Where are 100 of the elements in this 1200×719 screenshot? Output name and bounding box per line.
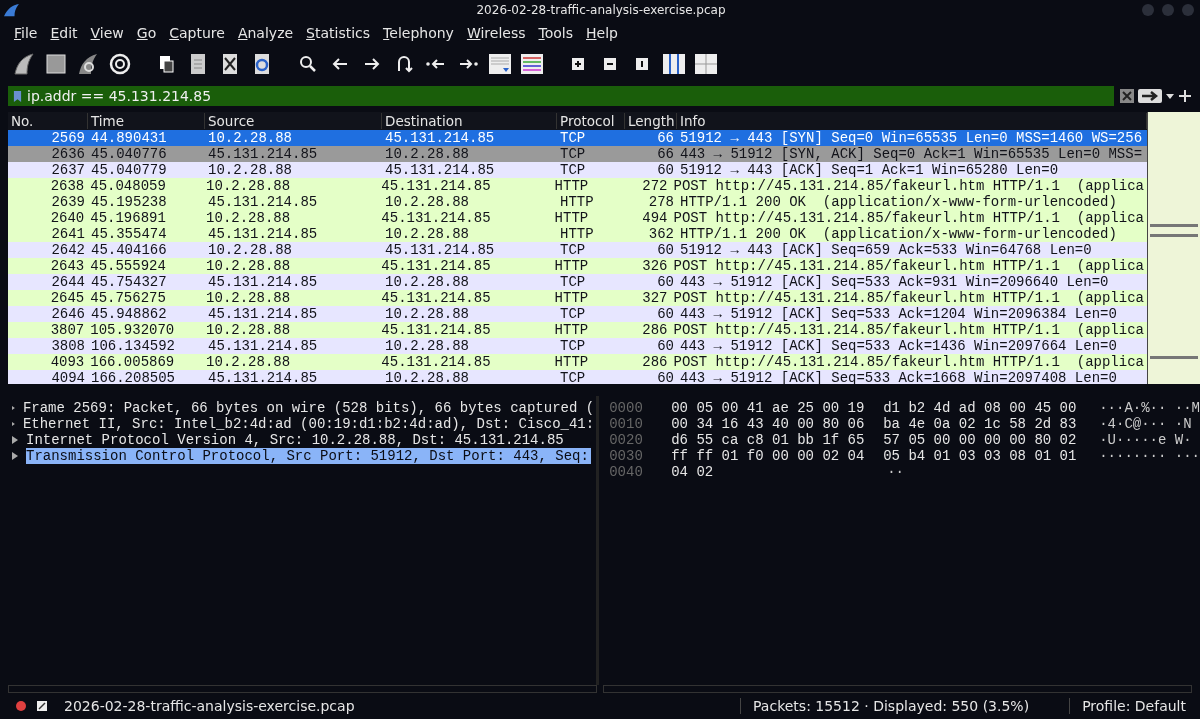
menu-item[interactable]: Tools	[538, 25, 573, 41]
column-header[interactable]: Source	[205, 113, 382, 129]
table-cell-text: 2644	[50, 274, 86, 290]
status-packets: Packets: 15512 · Displayed: 550 (3.5%)	[740, 698, 1030, 714]
table-cell-text: 10.2.28.88	[205, 290, 292, 306]
packet-row[interactable]: 2639 45.195238 45.131.214.85 10.2.28.88 HTTP 278 HTTP/1.1 200 OK (application/x-www-form-urlencoded)	[8, 194, 1147, 210]
table-cell-text: 2643	[49, 258, 86, 274]
table-cell-text: HTTP/1.1 200 OK (application/x-www-form-urlencoded)	[679, 226, 1118, 242]
table-cell-text: 45.131.214.85	[207, 146, 319, 162]
table-cell-text: 10.2.28.88	[384, 370, 470, 384]
table-cell-text: 10.2.28.88	[207, 130, 293, 146]
menu-item[interactable]: Telephony	[383, 25, 454, 41]
packet-row[interactable]: 2644 45.754327 45.131.214.85 10.2.28.88 TCP 60 443 → 51912 [ACK] Seq=533 Ack=931 Win=2096640 Len=0	[8, 274, 1147, 290]
menu-item[interactable]: File	[14, 25, 38, 41]
packet-row[interactable]: 4093 166.005869 10.2.28.88 45.131.214.85 HTTP 286 POST http://45.131.214.85/fakeurl.htm HTTP/1.1 (applica	[8, 354, 1147, 370]
table-cell-text: POST http://45.131.214.85/fakeurl.htm HTTP/1.1 (applica	[672, 322, 1145, 338]
menu-item[interactable]: Edit	[50, 25, 78, 41]
table-cell-text: 10.2.28.88	[205, 354, 292, 370]
autoscroll-icon[interactable]	[488, 52, 512, 76]
table-cell-text: 45.131.214.85	[207, 370, 319, 384]
table-cell-text: 2640	[49, 210, 86, 226]
column-header[interactable]: Length	[625, 113, 677, 129]
clear-icon[interactable]	[1120, 89, 1134, 103]
table-cell-text: HTTP/1.1 200 OK (application/x-www-form-urlencoded)	[679, 194, 1118, 210]
layout-icon[interactable]	[694, 52, 718, 76]
packet-row[interactable]: 4094 166.208505 45.131.214.85 10.2.28.88 TCP 60 443 → 51912 [ACK] Seq=533 Ack=1668 Win=2097408 Len=0	[8, 370, 1147, 384]
byte-offset: 0020	[609, 432, 644, 448]
packet-row[interactable]: 3807 105.932070 10.2.28.88 45.131.214.85 HTTP 286 POST http://45.131.214.85/fakeurl.htm HTTP/1.1 (applica	[8, 322, 1147, 338]
tree-item[interactable]: Transmission Control Protocol, Src Port: 51912, Dst Port: 443, Seq:	[26, 448, 591, 464]
horizontal-scrollbar[interactable]	[603, 685, 1192, 693]
table-cell-text: 2638	[49, 178, 86, 194]
packet-row[interactable]: 2643 45.555924 10.2.28.88 45.131.214.85 HTTP 326 POST http://45.131.214.85/fakeurl.htm HTTP/1.1 (applica	[8, 258, 1147, 274]
table-cell-text: 45.355474	[90, 226, 168, 242]
status-file: 2026-02-28-traffic-analysis-exercise.pcap	[64, 698, 355, 714]
table-cell-text: HTTP	[553, 258, 590, 274]
table-cell-text: 10.2.28.88	[384, 226, 470, 242]
table-cell-text: 10.2.28.88	[384, 306, 470, 322]
table-cell-text: 45.196891	[89, 210, 167, 226]
note-icon[interactable]	[36, 700, 48, 712]
options-icon[interactable]	[108, 52, 132, 76]
menu-item[interactable]: Help	[586, 25, 618, 41]
table-cell-text: POST http://45.131.214.85/fakeurl.htm HTTP/1.1 (applica	[672, 178, 1145, 194]
table-cell-text: 4094	[50, 370, 86, 384]
table-cell-text: 443 → 51912 [ACK] Seq=533 Ack=1668 Win=2097408 Len=0	[679, 370, 1118, 384]
table-cell-text: 2639	[50, 194, 86, 210]
table-cell-text: 272	[641, 178, 669, 194]
stop-icon[interactable]	[44, 52, 68, 76]
table-cell-text: 60	[656, 306, 675, 322]
table-cell-text: 45.131.214.85	[207, 274, 319, 290]
tree-item[interactable]: Ethernet II, Src: Intel_b2:4d:ad (00:19:d1:b2:4d:ad), Dst: Cisco_41:	[22, 416, 597, 432]
display-filter-field[interactable]: ip.addr == 45.131.214.85	[8, 86, 1200, 106]
tree-item[interactable]: Internet Protocol Version 4, Src: 10.2.28.88, Dst: 45.131.214.85	[26, 432, 566, 448]
packet-row[interactable]: 2641 45.355474 45.131.214.85 10.2.28.88 HTTP 362 HTTP/1.1 200 OK (application/x-www-form-urlencoded)	[8, 226, 1147, 242]
table-cell-text: 10.2.28.88	[384, 274, 470, 290]
status-profile[interactable]: Profile: Default	[1069, 698, 1186, 714]
tree-item[interactable]: Frame 2569: Packet, 66 bytes on wire (528 bits), 66 bytes captured (	[22, 400, 597, 416]
horizontal-scrollbar[interactable]	[8, 685, 597, 693]
column-header[interactable]: Destination	[382, 113, 557, 129]
table-cell-text: POST http://45.131.214.85/fakeurl.htm HTTP/1.1 (applica	[672, 258, 1145, 274]
table-cell-text: 44.890431	[90, 130, 168, 146]
menu-item[interactable]: Capture	[169, 25, 225, 41]
hex-bytes: 00 05 00 41 ae 25 00 19	[671, 400, 866, 416]
table-cell-text: 10.2.28.88	[205, 178, 292, 194]
table-cell-text: 10.2.28.88	[207, 242, 293, 258]
packet-row[interactable]: 2637 45.040779 10.2.28.88 45.131.214.85 TCP 60 51912 → 443 [ACK] Seq=1 Ack=1 Win=65280 Len=0	[8, 162, 1147, 178]
capture-status-icon[interactable]	[16, 701, 26, 711]
colorize-icon[interactable]	[520, 52, 544, 76]
plus-icon[interactable]	[1178, 89, 1192, 103]
scrollbar[interactable]	[1147, 112, 1200, 384]
menu-item[interactable]: Go	[136, 25, 157, 41]
packet-row[interactable]: 3808 106.134592 45.131.214.85 10.2.28.88 TCP 60 443 → 51912 [ACK] Seq=533 Ack=1436 Win=2097664 Len=0	[8, 338, 1147, 354]
table-cell-text: 327	[641, 290, 669, 306]
menu-item[interactable]: View	[90, 25, 124, 41]
packet-row[interactable]: 2646 45.948862 45.131.214.85 10.2.28.88 TCP 60 443 → 51912 [ACK] Seq=533 Ack=1204 Win=2096384 Len=0	[8, 306, 1147, 322]
packet-row[interactable]: 2640 45.196891 10.2.28.88 45.131.214.85 HTTP 494 POST http://45.131.214.85/fakeurl.htm HTTP/1.1 (applica	[8, 210, 1147, 226]
fin-icon[interactable]	[12, 52, 36, 76]
column-header[interactable]: No.	[8, 113, 88, 129]
restart-icon[interactable]	[76, 52, 100, 76]
packet-row[interactable]: 2645 45.756275 10.2.28.88 45.131.214.85 HTTP 327 POST http://45.131.214.85/fakeurl.htm HTTP/1.1 (applica	[8, 290, 1147, 306]
table-cell-text: 10.2.28.88	[207, 162, 293, 178]
table-cell-text: TCP	[559, 370, 587, 384]
table-cell-text: 45.131.214.85	[207, 194, 319, 210]
table-cell-text: 2569	[50, 130, 86, 146]
packet-row[interactable]: 2642 45.404166 10.2.28.88 45.131.214.85 TCP 60 51912 → 443 [ACK] Seq=659 Ack=533 Win=64768 Len=0	[8, 242, 1147, 258]
table-cell-text: 362	[647, 226, 675, 242]
table-cell-text: 60	[656, 370, 675, 384]
table-cell-text: 166.208505	[90, 370, 176, 384]
menu-item[interactable]: Wireless	[466, 25, 526, 41]
resize-columns-icon[interactable]	[662, 52, 686, 76]
menu-item[interactable]: Statistics	[306, 25, 371, 41]
packet-row[interactable]: 2638 45.048059 10.2.28.88 45.131.214.85 HTTP 272 POST http://45.131.214.85/fakeurl.htm HTTP/1.1 (applica	[8, 178, 1147, 194]
column-header[interactable]: Time	[88, 113, 205, 129]
column-header[interactable]: Protocol	[557, 113, 625, 129]
table-cell-text: 3808	[50, 338, 86, 354]
table-cell-text: 60	[656, 162, 675, 178]
packet-row[interactable]: 2636 45.040776 45.131.214.85 10.2.28.88 TCP 66 443 → 51912 [SYN, ACK] Seq=0 Ack=1 Win=65535 Len=0 MSS=	[8, 146, 1147, 162]
packet-row[interactable]: 2569 44.890431 10.2.28.88 45.131.214.85 TCP 66 51912 → 443 [SYN] Seq=0 Win=65535 Len=0 MSS=1460 WS=256	[8, 130, 1147, 146]
menu-item[interactable]: Analyze	[237, 25, 294, 41]
table-cell-text: HTTP	[553, 210, 590, 226]
dropdown-icon[interactable]	[1166, 92, 1174, 100]
